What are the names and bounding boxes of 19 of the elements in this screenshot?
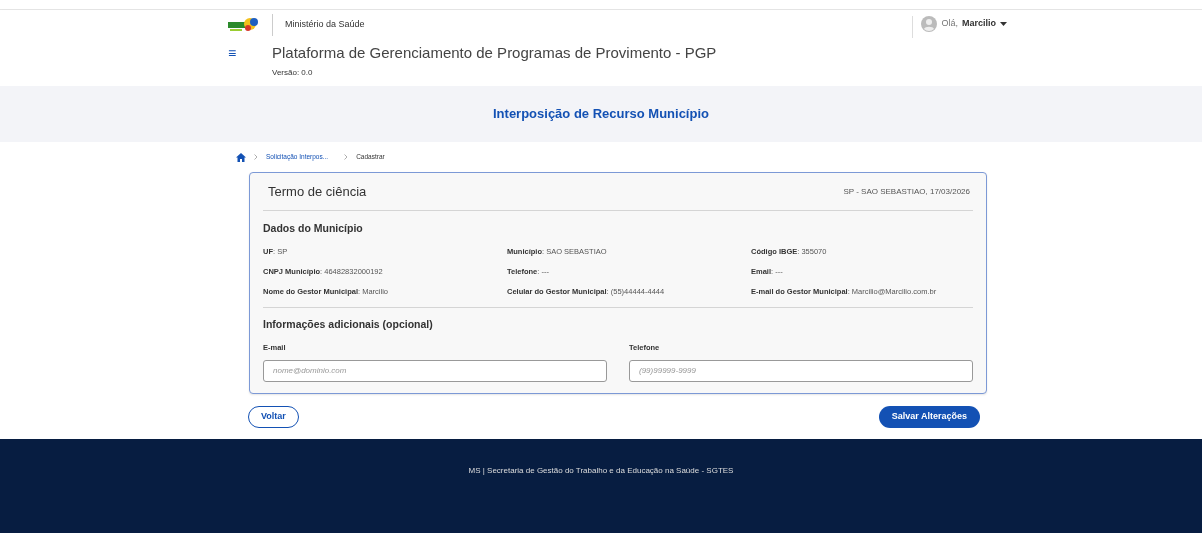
user-menu[interactable]: Olá, Marcilio: [921, 16, 1007, 32]
ministry-name: Ministério da Saúde: [285, 18, 365, 32]
card-title: Termo de ciência: [268, 182, 367, 201]
home-icon[interactable]: [236, 152, 246, 162]
logo-drawing: [228, 16, 260, 34]
platform-title: Plataforma de Gerenciamento de Programas de Provimento - PGP: [272, 43, 717, 63]
page-title: Interposição de Recurso Município: [493, 105, 709, 124]
chevron-icon: [344, 154, 349, 160]
caret-icon: [1000, 22, 1007, 26]
version-text: Versão: 0.0: [272, 66, 314, 79]
chevron-icon: [254, 154, 258, 160]
section-heading: Informações adicionais (opcional): [263, 316, 434, 332]
section-heading: Dados do Município: [263, 221, 364, 236]
avatar-icon: [921, 16, 938, 32]
input-field[interactable]: nome@dominio.com: [263, 359, 607, 382]
place-date: SP - SAO SEBASTIAO, 17/03/2026: [843, 185, 970, 198]
footer-text: MS | Secretaria de Gestão do Trabalho e da Educação na Saúde - SGTES: [468, 465, 734, 477]
input-field[interactable]: (99)99999-9999: [629, 359, 973, 382]
save-button[interactable]: Salvar Alterações: [878, 406, 980, 428]
